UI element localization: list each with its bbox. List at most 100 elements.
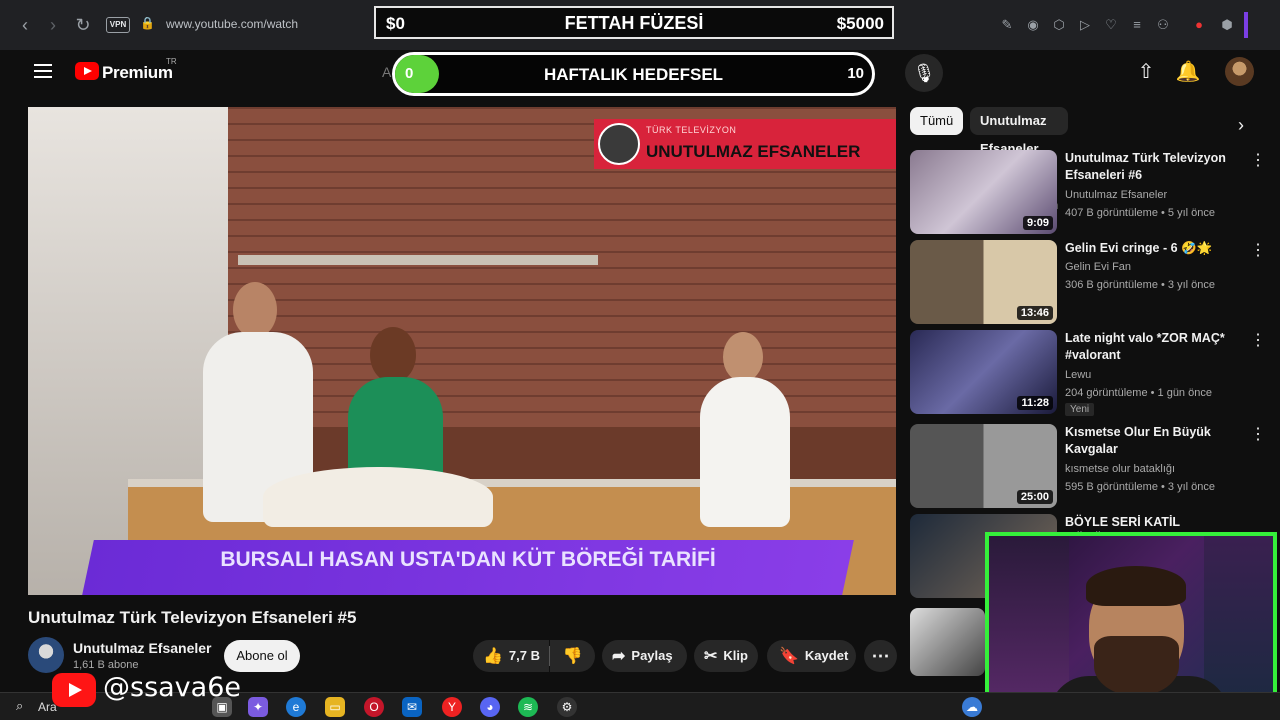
recommendation-channel[interactable]: Lewu: [1065, 369, 1091, 381]
recommendation-channel[interactable]: Gelin Evi Fan: [1065, 261, 1131, 273]
video-dough: [263, 467, 493, 527]
edge-icon[interactable]: e: [286, 697, 306, 717]
youtube-brand[interactable]: Premium: [102, 63, 173, 83]
recommendation-channel[interactable]: Unutulmaz Efsaneler: [1065, 189, 1167, 201]
opera-icon[interactable]: O: [364, 697, 384, 717]
dislike-button[interactable]: 👎: [550, 640, 595, 672]
search-input[interactable]: A: [382, 64, 391, 80]
youtube-logo-icon[interactable]: [75, 62, 99, 80]
forward-icon[interactable]: ›: [42, 14, 64, 36]
weekly-goal-target: 10: [847, 65, 864, 82]
profile-icon[interactable]: ⚇: [1154, 16, 1172, 34]
recommendation-thumbnail[interactable]: [910, 608, 985, 676]
video-person-chef: [700, 377, 790, 527]
cube-icon[interactable]: ⬢: [1218, 16, 1236, 34]
save-button[interactable]: 🔖 Kaydet: [767, 640, 856, 672]
heart-icon[interactable]: ♡: [1102, 16, 1120, 34]
user-avatar[interactable]: [1225, 57, 1254, 86]
lock-icon: 🔒: [140, 16, 155, 30]
video-lower-third-text: BURSALI HASAN USTA'DAN KÜT BÖREĞİ TARİFİ: [220, 548, 716, 571]
chip-all[interactable]: Tümü: [910, 107, 964, 135]
extension-icon[interactable]: ●: [1190, 16, 1208, 34]
list-icon[interactable]: ≡: [1128, 16, 1146, 34]
folder-icon[interactable]: ▭: [325, 697, 345, 717]
channel-avatar[interactable]: [28, 637, 64, 673]
edit-icon[interactable]: ✎: [998, 16, 1016, 34]
address-bar[interactable]: www.youtube.com/watch: [166, 17, 298, 31]
recommendation-title[interactable]: Kısmetse Olur En Büyük Kavgalar: [1065, 424, 1240, 458]
video-duration: 13:46: [1016, 306, 1053, 320]
channel-name[interactable]: Unutulmaz Efsaneler: [73, 640, 211, 656]
share-label: Paylaş: [631, 648, 673, 663]
bell-icon[interactable]: 🔔: [1175, 59, 1201, 85]
recommendation-meta: 306 B görüntüleme • 3 yıl önce: [1065, 279, 1215, 291]
weather-icon[interactable]: ☁: [962, 697, 982, 717]
recommendation-channel[interactable]: kısmetse olur bataklığı: [1065, 463, 1175, 475]
video-title: Unutulmaz Türk Televizyon Efsaneleri #5: [28, 608, 357, 627]
more-vert-icon[interactable]: ⋮: [1250, 330, 1266, 350]
streamer-hair: [1086, 566, 1186, 606]
clip-label: Klip: [723, 648, 748, 663]
weekly-goal-bar: 0 HAFTALIK HEDEFSEL 10: [392, 52, 875, 96]
back-icon[interactable]: ‹: [14, 14, 36, 36]
camera-icon[interactable]: ◉: [1024, 16, 1042, 34]
scissors-icon: ✂: [704, 647, 718, 665]
chevron-right-icon[interactable]: ›: [1228, 112, 1254, 138]
goal-title: FETTAH FÜZESİ: [564, 13, 704, 33]
mail-icon[interactable]: ✉: [402, 697, 422, 717]
video-player[interactable]: TÜRK TELEVİZYON UNUTULMAZ EFSANELER BURS…: [28, 107, 896, 595]
recommendation-item[interactable]: 11:28 Late night valo *ZOR MAÇ* #valoran…: [910, 330, 1266, 416]
more-vert-icon[interactable]: ⋮: [1250, 240, 1266, 260]
spotify-icon[interactable]: ≋: [518, 697, 538, 717]
clip-button[interactable]: ✂ Klip: [694, 640, 758, 672]
video-channel-banner: TÜRK TELEVİZYON UNUTULMAZ EFSANELER: [594, 119, 896, 169]
video-duration: 25:00: [1016, 490, 1053, 504]
chip-uploader[interactable]: Unutulmaz Efsaneler adlı yükleyiciden: [970, 107, 1069, 212]
recommendation-thumbnail[interactable]: 13:46: [910, 240, 1057, 324]
recommendation-meta: 595 B görüntüleme • 3 yıl önce: [1065, 481, 1215, 493]
discord-icon[interactable]: ◕: [480, 697, 500, 717]
recommendation-thumbnail[interactable]: 9:09: [910, 150, 1057, 234]
goal-target-amount: $5000: [836, 14, 884, 33]
youtube-play-icon: [52, 673, 96, 707]
subscribe-button[interactable]: Abone ol: [224, 640, 300, 672]
new-badge: Yeni: [1065, 403, 1095, 416]
recommendation-item[interactable]: 13:46 Gelin Evi cringe - 6 🤣🌟 Gelin Evi …: [910, 240, 1266, 324]
menu-icon[interactable]: [34, 64, 52, 78]
play-icon[interactable]: ▷: [1076, 16, 1094, 34]
upload-icon[interactable]: ⇧: [1133, 59, 1159, 85]
recommendation-thumbnail[interactable]: 25:00: [910, 424, 1057, 508]
share-icon: ➦: [612, 647, 626, 665]
reload-icon[interactable]: ↻: [72, 14, 94, 36]
copilot-icon[interactable]: ✦: [248, 697, 268, 717]
recommendation-title[interactable]: Late night valo *ZOR MAÇ* #valorant: [1065, 330, 1240, 364]
recommendation-item[interactable]: 25:00 Kısmetse Olur En Büyük Kavgalar kı…: [910, 424, 1266, 508]
region-code: TR: [166, 57, 177, 66]
youtube-header: Premium TR A 0 HAFTALIK HEDEFSEL 10 🎙 ⇧ …: [0, 50, 1280, 98]
recommendation-item[interactable]: 9:09 Unutulmaz Türk Televizyon Efsaneler…: [910, 150, 1266, 234]
yandex-icon[interactable]: Y: [442, 697, 462, 717]
more-vert-icon[interactable]: ⋮: [1250, 424, 1266, 444]
webcam-background-left: [989, 536, 1069, 714]
video-person-head: [370, 327, 416, 383]
share-button[interactable]: ➦ Paylaş: [602, 640, 687, 672]
recommendation-title[interactable]: Unutulmaz Türk Televizyon Efsaneleri #6: [1065, 150, 1240, 184]
subscriber-count: 1,61 B abone: [73, 659, 139, 671]
more-actions-button[interactable]: ⋯: [864, 640, 897, 672]
recommendation-title[interactable]: Gelin Evi cringe - 6 🤣🌟: [1065, 240, 1240, 257]
search-icon[interactable]: ⌕: [16, 698, 23, 714]
steam-icon[interactable]: ⚙: [557, 697, 577, 717]
vpn-badge[interactable]: VPN: [106, 17, 130, 33]
more-vert-icon[interactable]: ⋮: [1250, 150, 1266, 170]
video-person-head: [233, 282, 277, 338]
streamer-beard: [1094, 636, 1179, 696]
video-shelf: [238, 255, 598, 265]
like-button[interactable]: 👍 7,7 B: [473, 640, 549, 672]
shield-icon[interactable]: ⬡: [1050, 16, 1068, 34]
microphone-icon[interactable]: 🎙: [905, 54, 943, 92]
video-duration: 11:28: [1017, 396, 1053, 410]
sidebar-accent: [1244, 12, 1248, 38]
recommendation-thumbnail[interactable]: 11:28: [910, 330, 1057, 414]
like-count: 7,7 B: [508, 648, 540, 663]
bookmark-icon: 🔖: [779, 647, 799, 665]
